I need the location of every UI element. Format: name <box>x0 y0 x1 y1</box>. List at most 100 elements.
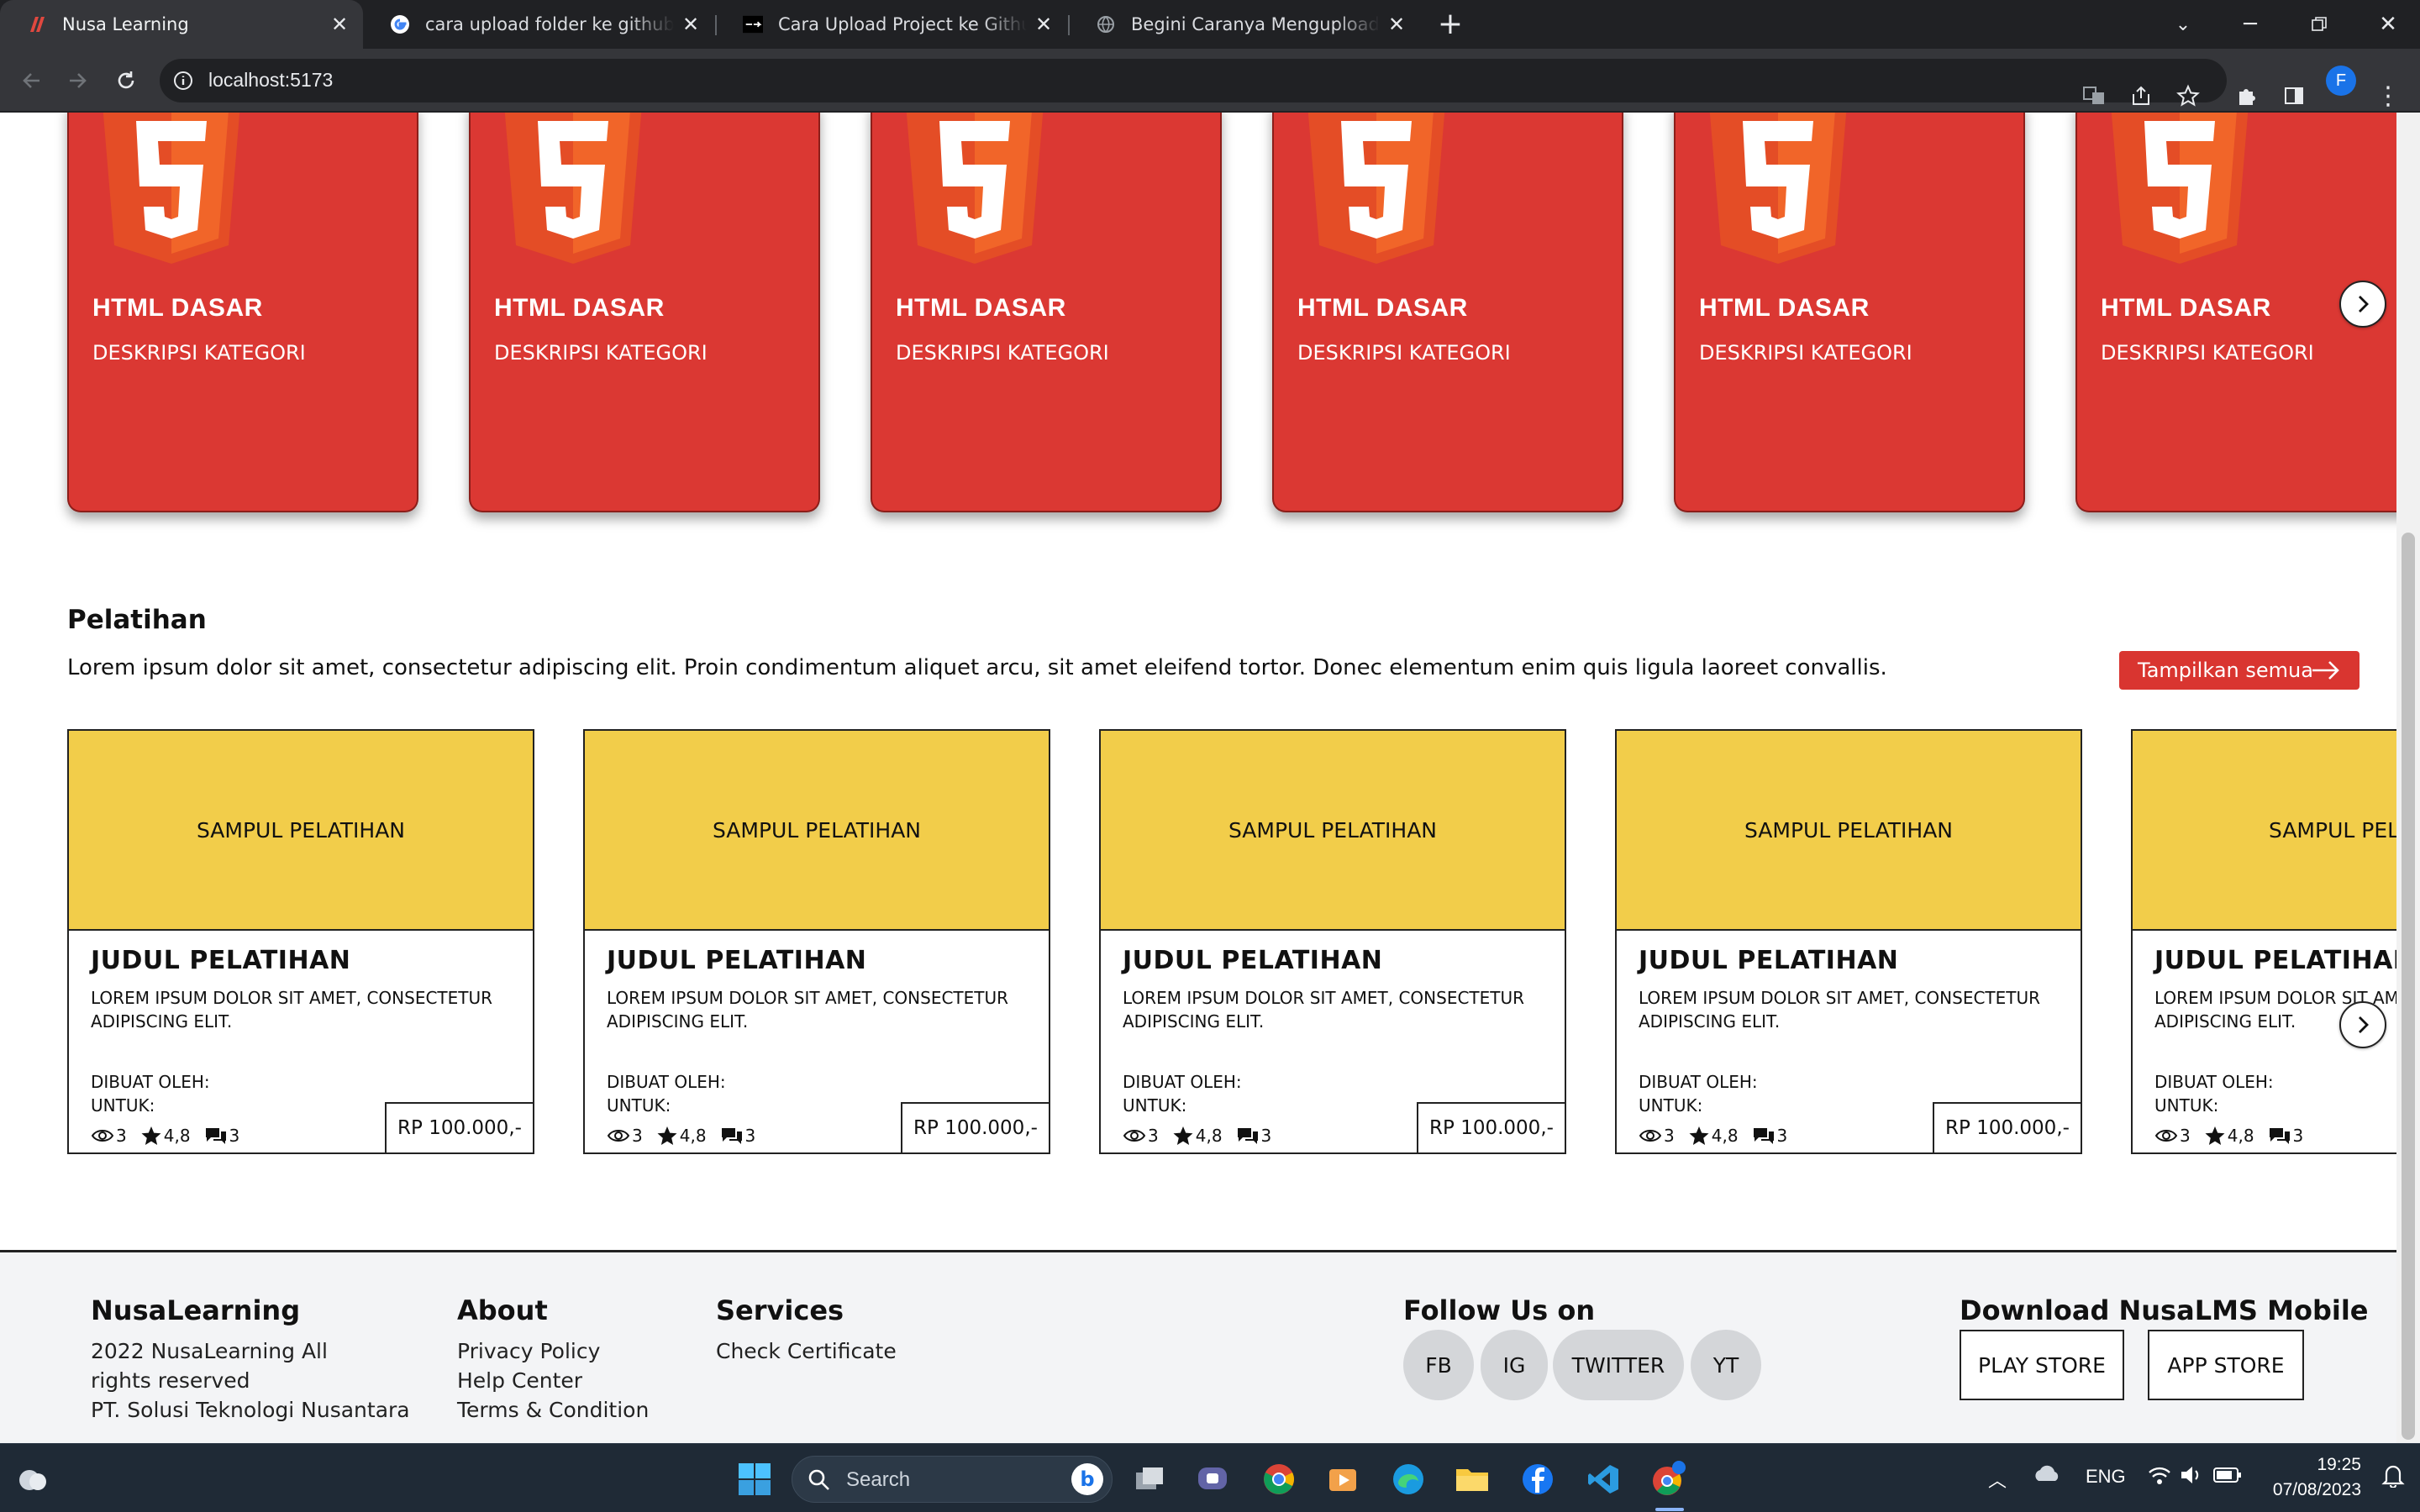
course-card[interactable]: SAMPUL PELATIHAN JUDUL PELATIHAN LOREM I… <box>583 729 1050 1154</box>
category-card[interactable]: HTML DASAR DESKRIPSI KATEGORI <box>469 113 820 512</box>
vscode-icon[interactable] <box>1583 1459 1623 1499</box>
category-card[interactable]: HTML DASAR DESKRIPSI KATEGORI <box>871 113 1222 512</box>
play-store-button[interactable]: PLAY STORE <box>1960 1330 2124 1400</box>
show-all-button[interactable]: Tampilkan semua <box>2119 651 2360 690</box>
category-next-button[interactable] <box>2339 281 2386 328</box>
youtube-button[interactable]: YT <box>1691 1330 1761 1400</box>
menu-kebab-icon[interactable]: ⋮ <box>2371 79 2405 113</box>
extensions-icon[interactable] <box>2230 79 2264 113</box>
minimize-icon[interactable]: ─ <box>2215 0 2286 49</box>
page-scrollbar[interactable] <box>2396 113 2420 1443</box>
chrome-icon[interactable] <box>1259 1459 1299 1499</box>
privacy-policy-link[interactable]: Privacy Policy <box>457 1336 649 1366</box>
category-card[interactable]: HTML DASAR DESKRIPSI KATEGORI <box>1272 113 1623 512</box>
system-clock[interactable]: 19:25 07/08/2023 <box>2260 1452 2361 1503</box>
edge-icon[interactable] <box>1388 1459 1428 1499</box>
globe-favicon-icon <box>1096 14 1116 34</box>
tab-search-icon[interactable]: ⌄ <box>2148 0 2218 49</box>
course-card[interactable]: SAMPUL PELATIHAN JUDUL PELATIHAN LOREM I… <box>2131 729 2408 1154</box>
category-title: HTML DASAR <box>92 294 263 322</box>
category-card[interactable]: HTML DASAR DESKRIPSI KATEGORI <box>67 113 418 512</box>
tab-title: Begini Caranya Mengupload Proj <box>1131 14 1380 34</box>
category-title: HTML DASAR <box>896 294 1066 322</box>
chrome-profile-icon[interactable] <box>1649 1459 1689 1499</box>
task-view-icon[interactable] <box>1129 1459 1170 1499</box>
file-explorer-icon[interactable] <box>1452 1459 1492 1499</box>
course-price: RP 100.000,- <box>1417 1102 1565 1152</box>
wifi-icon[interactable] <box>2148 1464 2171 1491</box>
course-cover: SAMPUL PELATIHAN <box>2133 731 2408 931</box>
course-audience-label: UNTUK: <box>1639 1095 1703 1116</box>
footer-copyright-line: 2022 NusaLearning All <box>91 1339 328 1363</box>
facebook-app-icon[interactable] <box>1518 1459 1558 1499</box>
app-store-button[interactable]: APP STORE <box>2148 1330 2304 1400</box>
page-viewport: HTML DASAR DESKRIPSI KATEGORI HTML DASAR… <box>0 113 2420 1443</box>
help-center-link[interactable]: Help Center <box>457 1366 649 1395</box>
check-certificate-link[interactable]: Check Certificate <box>716 1336 897 1366</box>
footer-follow-title: Follow Us on <box>1403 1294 1596 1326</box>
language-indicator[interactable]: ENG <box>2086 1466 2126 1488</box>
tab-cara-upload-project[interactable]: Cara Upload Project ke Github: P ✕ <box>716 0 1067 49</box>
share-icon[interactable] <box>2124 79 2158 113</box>
volume-icon[interactable] <box>2180 1464 2203 1491</box>
bing-icon[interactable]: b <box>1071 1463 1103 1495</box>
category-card[interactable]: HTML DASAR DESKRIPSI KATEGORI <box>1674 113 2025 512</box>
bookmark-star-icon[interactable] <box>2171 79 2205 113</box>
course-title: JUDUL PELATIHAN <box>607 946 867 975</box>
close-tab-icon[interactable]: ✕ <box>1027 13 1060 36</box>
course-cover: SAMPUL PELATIHAN <box>69 731 533 931</box>
restore-icon[interactable] <box>2284 0 2354 49</box>
windows-start-icon[interactable] <box>734 1459 775 1499</box>
tray-chevron-icon[interactable]: ︿ <box>1988 1466 2007 1493</box>
terms-link[interactable]: Terms & Condition <box>457 1395 649 1425</box>
course-title: JUDUL PELATIHAN <box>91 946 351 975</box>
close-tab-icon[interactable]: ✕ <box>1380 13 1413 36</box>
course-audience-label: UNTUK: <box>91 1095 155 1116</box>
course-card[interactable]: SAMPUL PELATIHAN JUDUL PELATIHAN LOREM I… <box>67 729 534 1154</box>
course-author-label: DIBUAT OLEH: <box>1123 1072 1242 1092</box>
course-author-label: DIBUAT OLEH: <box>607 1072 726 1092</box>
course-audience-label: UNTUK: <box>1123 1095 1187 1116</box>
nusa-favicon-icon <box>27 14 47 34</box>
views-count: 3 <box>1148 1126 1159 1146</box>
eye-icon <box>1123 1130 1146 1142</box>
html5-logo-icon <box>906 113 1044 264</box>
new-tab-button[interactable]: + <box>1434 8 1467 42</box>
taskbar-search[interactable]: Search b <box>792 1456 1113 1503</box>
tab-nusa-learning[interactable]: Nusa Learning ✕ <box>0 0 363 49</box>
side-panel-icon[interactable] <box>2277 79 2311 113</box>
course-author-label: DIBUAT OLEH: <box>1639 1072 1758 1092</box>
facebook-button[interactable]: FB <box>1403 1330 1474 1400</box>
course-card[interactable]: SAMPUL PELATIHAN JUDUL PELATIHAN LOREM I… <box>1099 729 1566 1154</box>
html5-logo-icon <box>1307 113 1445 264</box>
forward-arrow-icon[interactable] <box>60 64 94 97</box>
site-info-icon[interactable] <box>173 71 193 94</box>
course-description: LOREM IPSUM DOLOR SIT AMET, CONSECTETUR … <box>1639 988 2041 1032</box>
tab-begini-caranya[interactable]: Begini Caranya Mengupload Proj ✕ <box>1069 0 1420 49</box>
translate-icon[interactable] <box>2077 79 2111 113</box>
reload-icon[interactable] <box>109 64 143 97</box>
course-next-button[interactable] <box>2339 1001 2386 1048</box>
close-tab-icon[interactable]: ✕ <box>323 13 356 36</box>
rating-value: 4,8 <box>163 1126 191 1146</box>
chat-icon[interactable] <box>1193 1459 1234 1499</box>
back-arrow-icon[interactable] <box>15 64 49 97</box>
battery-icon[interactable] <box>2213 1466 2242 1489</box>
media-player-icon[interactable] <box>1323 1459 1363 1499</box>
twitter-button[interactable]: TWITTER <box>1553 1330 1684 1400</box>
profile-avatar[interactable]: F <box>2326 66 2356 96</box>
footer-brand-title: NusaLearning <box>91 1294 301 1326</box>
notification-bell-icon[interactable] <box>2381 1462 2405 1493</box>
google-favicon-icon <box>390 14 410 34</box>
scrollbar-thumb[interactable] <box>2402 533 2415 1440</box>
tab-google-search[interactable]: cara upload folder ke github - Pe ✕ <box>363 0 714 49</box>
close-tab-icon[interactable]: ✕ <box>674 13 708 36</box>
address-bar[interactable]: localhost:5173 <box>160 59 2227 102</box>
instagram-button[interactable]: IG <box>1481 1330 1548 1400</box>
close-window-icon[interactable]: ✕ <box>2353 0 2420 49</box>
weather-icon[interactable] <box>12 1459 52 1499</box>
onedrive-icon[interactable] <box>2032 1462 2062 1491</box>
comments-icon <box>1237 1128 1258 1144</box>
course-card[interactable]: SAMPUL PELATIHAN JUDUL PELATIHAN LOREM I… <box>1615 729 2082 1154</box>
section-title: Pelatihan <box>67 605 207 635</box>
